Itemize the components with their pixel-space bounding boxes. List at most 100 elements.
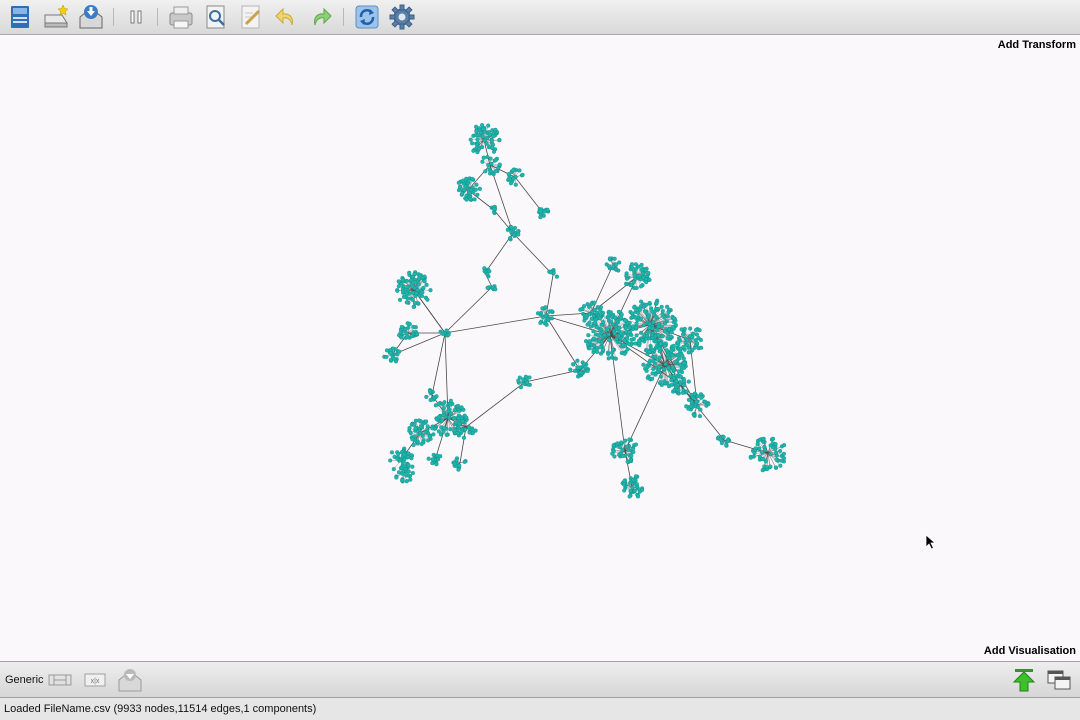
new-workspace-button[interactable] <box>42 3 70 31</box>
redo-button[interactable] <box>307 3 335 31</box>
tray-export-icon <box>118 669 142 692</box>
graph-node <box>388 458 393 463</box>
graph-node <box>484 141 489 146</box>
graph-node <box>666 310 671 315</box>
graph-node <box>587 304 592 309</box>
graph-node <box>652 361 658 366</box>
graph-node <box>585 322 590 327</box>
graph-node <box>629 265 634 270</box>
graph-node <box>601 347 606 352</box>
graph-node <box>428 397 433 403</box>
graph-node <box>542 209 547 214</box>
graph-node <box>419 424 424 429</box>
graph-node <box>682 383 687 388</box>
graph-node <box>650 371 655 376</box>
graph-node <box>477 186 482 191</box>
graph-node <box>676 369 681 374</box>
graph-node <box>497 138 502 143</box>
graph-node <box>460 191 465 196</box>
magnifier-page-icon <box>206 5 225 29</box>
xyz-view-button[interactable]: x|x <box>81 666 109 694</box>
graph-node <box>471 148 476 153</box>
graph-node <box>613 315 618 320</box>
graph-node <box>470 141 475 146</box>
graph-node <box>748 455 753 460</box>
graph-canvas[interactable]: Add Transform Add Visualisation <box>0 35 1080 661</box>
print-button[interactable] <box>167 3 195 31</box>
graph-node <box>689 392 694 397</box>
add-transform-button[interactable]: Add Transform <box>998 39 1076 51</box>
graph-node <box>413 325 418 330</box>
graph-node <box>543 305 548 310</box>
graph-node <box>419 441 424 447</box>
graph-node <box>497 162 502 167</box>
graph-node <box>527 375 532 380</box>
graph-node <box>430 426 435 431</box>
graph-node <box>679 327 684 332</box>
graph-node <box>595 305 600 310</box>
graph-node <box>630 485 635 490</box>
green-up-arrow-icon <box>1012 669 1036 692</box>
edit-button[interactable] <box>237 3 265 31</box>
graph-node <box>436 414 442 420</box>
graph-node <box>480 159 485 164</box>
graph-node <box>627 437 632 442</box>
graph-node <box>632 273 637 278</box>
raise-panel-button[interactable] <box>1010 666 1038 694</box>
graph-node <box>629 337 634 342</box>
window-mode-button[interactable] <box>1045 666 1073 694</box>
graph-node <box>404 300 409 305</box>
graph-node <box>462 459 467 464</box>
graph-node <box>639 262 644 267</box>
graph-edge <box>512 232 554 276</box>
graph-node <box>597 316 602 321</box>
graph-node <box>601 320 606 325</box>
graph-node <box>420 433 425 438</box>
graph-node <box>457 421 462 426</box>
refresh-button[interactable] <box>353 3 381 31</box>
graph-node <box>509 225 514 230</box>
graph-node <box>493 287 498 292</box>
graph-node <box>588 324 593 329</box>
status-bar: Loaded FileName.csv (9933 nodes,11514 ed… <box>0 698 1080 720</box>
graph-node <box>641 323 646 328</box>
graph-node <box>396 470 402 475</box>
graph-node <box>628 488 633 493</box>
add-visualisation-button[interactable]: Add Visualisation <box>984 645 1076 657</box>
graph-node <box>401 294 407 299</box>
graph-node <box>439 418 444 423</box>
graph-node <box>406 463 411 468</box>
network-graph[interactable] <box>0 35 1080 661</box>
graph-node <box>575 358 580 363</box>
graph-node <box>690 331 695 336</box>
xyz-icon: x|x <box>84 673 106 687</box>
graph-node <box>448 402 453 407</box>
graph-node <box>661 367 667 372</box>
graph-node <box>430 461 435 466</box>
graph-node <box>633 266 638 271</box>
graph-node <box>413 280 418 285</box>
graph-node <box>681 356 686 361</box>
graph-node <box>592 300 597 305</box>
undo-button[interactable] <box>272 3 300 31</box>
settings-button[interactable] <box>388 3 416 31</box>
graph-node <box>468 196 473 202</box>
open-project-button[interactable] <box>6 3 34 31</box>
graph-edge <box>545 315 581 371</box>
graph-node <box>774 450 779 455</box>
graph-node <box>413 426 418 431</box>
graph-node <box>663 362 668 367</box>
graph-node <box>671 343 676 348</box>
graph-node <box>508 181 513 186</box>
pause-button[interactable] <box>122 3 150 31</box>
export-view-button[interactable] <box>116 666 144 694</box>
graph-node <box>634 285 639 291</box>
graph-node <box>457 408 462 413</box>
graph-node <box>630 447 635 452</box>
graph-node <box>412 301 417 306</box>
graph-node <box>524 380 529 385</box>
graph-node <box>599 327 604 332</box>
import-data-button[interactable] <box>77 3 105 31</box>
print-preview-button[interactable] <box>202 3 230 31</box>
layout-nodes-button[interactable] <box>46 666 74 694</box>
